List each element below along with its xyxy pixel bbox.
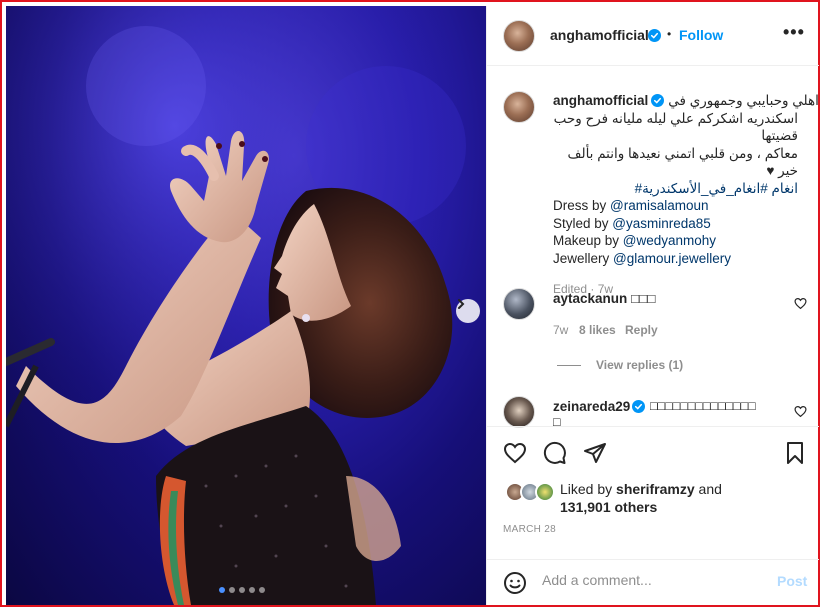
post-date: MARCH 28 (503, 524, 556, 535)
liker-avatar[interactable] (535, 482, 555, 502)
comment-body: □□□□□□□□□□□□□□ (650, 399, 756, 413)
credit-label: Dress by (553, 198, 611, 213)
credit-handle-link[interactable]: @ramisalamoun (610, 198, 709, 213)
carousel-dot (229, 587, 235, 593)
concert-photo (6, 6, 486, 605)
comment-username[interactable]: aytackanun (553, 291, 627, 306)
verified-icon (632, 400, 645, 413)
carousel-dot (249, 587, 255, 593)
comment-icon[interactable] (543, 441, 567, 465)
comment-age: 7w (553, 323, 569, 337)
likes-count-link[interactable]: 131,901 others (560, 499, 657, 515)
verified-icon (651, 94, 665, 107)
caption-arabic-line: معاكم ، ومن قلبي اتمني نعيدها وانتم بألف… (567, 145, 798, 179)
comment-input[interactable] (542, 572, 762, 588)
credit-label: Jewellery (553, 250, 614, 266)
post-caption: anghamofficial اهلي وحبايبي وجمهوري في ا… (553, 92, 819, 299)
replies-divider (557, 365, 581, 366)
verified-icon (648, 29, 661, 42)
heart-icon[interactable] (503, 441, 527, 465)
author-avatar[interactable] (503, 20, 535, 52)
comment-like-icon[interactable] (794, 405, 807, 418)
credit-handle-link[interactable]: @wedyanmohy (623, 233, 716, 248)
post-side-panel: anghamofficial • Follow ••• anghamoffici… (486, 6, 819, 605)
liked-by-user-link[interactable]: sheriframzy (616, 481, 695, 497)
comment-body: □□□ (631, 291, 656, 306)
caption-arabic-line: اهلي وحبايبي وجمهوري في (668, 93, 819, 108)
credit-handle-link[interactable]: @glamour.jewellery (613, 251, 731, 266)
credit-label: Makeup by (553, 233, 623, 248)
comment: zeinareda29 (553, 399, 630, 414)
caption-hashtags[interactable]: انغام #انغام_في_الأسكندرية# (553, 180, 798, 198)
post-comment-button[interactable]: Post (777, 573, 807, 589)
liked-by-label: Liked by (560, 481, 617, 497)
carousel-dot (259, 587, 265, 593)
credit-line: Styled by @yasminreda85 (553, 215, 798, 233)
credit-handle-link[interactable]: @yasminreda85 (612, 216, 711, 231)
credit-line: Jewellery @glamour.jewellery (553, 250, 798, 268)
follow-button[interactable]: Follow (679, 27, 723, 43)
credit-line: Dress by @ramisalamoun (553, 197, 798, 215)
caption-arabic-line: اسكندريه اشكركم علي ليله مليانه فرح وحب … (553, 110, 798, 144)
view-replies-button[interactable]: View replies (1) (596, 358, 683, 372)
next-arrow-icon (458, 299, 465, 309)
next-slide-button[interactable] (456, 299, 480, 323)
caption-avatar[interactable] (503, 91, 535, 123)
comment-likes[interactable]: 8 likes (579, 323, 616, 337)
emoji-icon[interactable] (503, 571, 527, 595)
post-media[interactable] (6, 6, 486, 605)
commenter-avatar[interactable] (503, 288, 535, 320)
commenter-avatar[interactable] (503, 396, 535, 428)
post-header: anghamofficial • Follow ••• (487, 6, 819, 66)
carousel-indicator (219, 587, 265, 593)
bookmark-icon[interactable] (783, 441, 807, 465)
author-username[interactable]: anghamofficial (550, 27, 649, 43)
comment-body-overflow: □ (553, 415, 561, 426)
comment: aytackanun □□□ (553, 291, 656, 306)
comment-like-icon[interactable] (794, 297, 807, 310)
share-icon[interactable] (583, 441, 607, 465)
credit-line: Makeup by @wedyanmohy (553, 232, 798, 250)
likes-summary: Liked by sheriframzy and 131,901 others (560, 480, 722, 516)
dot-separator: • (667, 27, 672, 41)
reply-button[interactable]: Reply (625, 323, 658, 337)
carousel-dot (239, 587, 245, 593)
credit-label: Styled by (553, 215, 613, 231)
caption-username[interactable]: anghamofficial (553, 92, 648, 110)
add-comment-bar: Post (487, 559, 819, 605)
carousel-dot (219, 587, 225, 593)
more-options-button[interactable]: ••• (783, 22, 805, 43)
liked-by-and: and (694, 481, 722, 497)
comment-username[interactable]: zeinareda29 (553, 399, 630, 414)
